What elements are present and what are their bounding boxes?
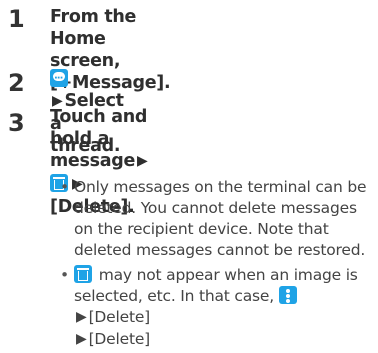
trash-icon — [74, 265, 92, 283]
notes-list: Only messages on the terminal can be del… — [60, 177, 370, 353]
step-number: 2 — [8, 69, 25, 97]
note-line: may not appear when an image is — [98, 266, 358, 284]
note-line: [Delete] — [88, 330, 151, 348]
note-item: may not appear when an image is selected… — [60, 265, 370, 351]
step-number: 1 — [8, 5, 25, 33]
document-page: 1 From the Home screen, [+Message]. 2 ▶S… — [0, 0, 378, 348]
arrow-icon: ▶ — [76, 309, 87, 325]
note-line: Only messages on the terminal can be — [74, 178, 367, 196]
note-line: [Delete] — [88, 308, 151, 326]
step-number: 3 — [8, 109, 25, 137]
message-icon — [50, 68, 68, 90]
step-text-label: Touch and hold a message — [50, 107, 148, 171]
note-item: Only messages on the terminal can be del… — [60, 177, 370, 261]
note-line: selected, etc. In that case, — [74, 287, 274, 305]
note-line: on the recipient device. Note that — [74, 220, 329, 238]
note-line: deleted messages cannot be restored. — [74, 241, 366, 259]
menu-icon — [278, 286, 297, 304]
step-line: From the Home screen, — [50, 7, 137, 71]
note-line: deleted. You cannot delete messages — [74, 199, 357, 217]
arrow-icon: ▶ — [137, 153, 148, 169]
arrow-icon: ▶ — [76, 331, 87, 347]
